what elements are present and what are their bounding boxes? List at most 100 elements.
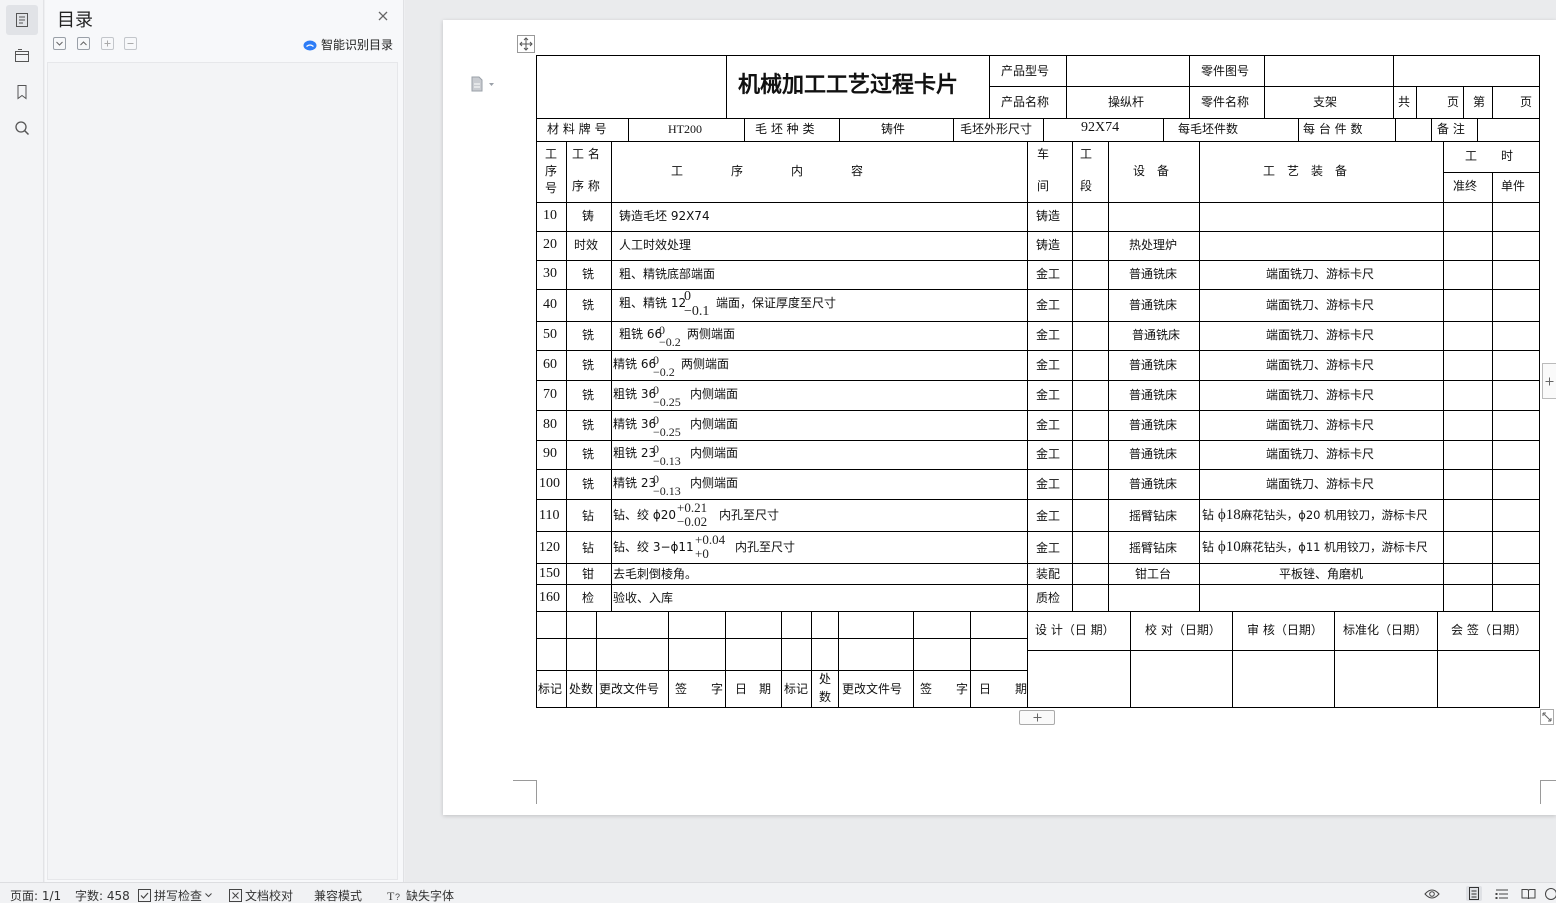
doc-proof-button[interactable]: 文档校对: [229, 887, 293, 903]
collapse-all-icon[interactable]: [53, 37, 66, 50]
spell-check-button[interactable]: 拼写检查: [138, 887, 212, 903]
op-workshop[interactable]: 金工: [1036, 328, 1060, 342]
op-equipment[interactable]: 摇臂钻床: [1129, 509, 1177, 523]
missing-font-button[interactable]: T? 缺失字体: [387, 887, 454, 903]
op-content[interactable]: 去毛刺倒棱角。: [613, 567, 697, 581]
op-no[interactable]: 60: [543, 358, 557, 372]
search-icon[interactable]: [6, 113, 38, 143]
op-no[interactable]: 20: [543, 238, 557, 252]
op-content[interactable]: 精铣 66: [613, 357, 656, 371]
op-content[interactable]: 粗铣 36: [613, 387, 656, 401]
op-name[interactable]: 铣: [582, 447, 594, 461]
toc-panel-icon[interactable]: [6, 5, 38, 35]
op-name[interactable]: 铣: [582, 328, 594, 342]
op-no[interactable]: 80: [543, 418, 557, 432]
op-workshop[interactable]: 装配: [1036, 567, 1060, 581]
op-no[interactable]: 110: [539, 509, 559, 523]
op-workshop[interactable]: 质检: [1036, 591, 1060, 605]
blank-size-value[interactable]: 92X74: [1081, 121, 1119, 135]
op-name[interactable]: 铣: [582, 358, 594, 372]
op-equipment[interactable]: 普通铣床: [1129, 267, 1177, 281]
op-no[interactable]: 70: [543, 388, 557, 402]
op-no[interactable]: 10: [543, 209, 557, 223]
op-content[interactable]: 铸造毛坯 92X74: [619, 209, 710, 223]
table-resize-handle-icon[interactable]: [1540, 709, 1554, 725]
op-workshop[interactable]: 金工: [1036, 509, 1060, 523]
op-no[interactable]: 30: [543, 267, 557, 281]
add-heading-icon[interactable]: [101, 37, 114, 50]
close-icon[interactable]: [375, 8, 391, 24]
op-no[interactable]: 40: [543, 298, 557, 312]
op-tooling[interactable]: 端面铣刀、游标卡尺: [1266, 358, 1374, 372]
web-view-icon[interactable]: [1544, 886, 1556, 901]
op-content[interactable]: 粗、精铣底部端面: [619, 267, 715, 281]
op-no[interactable]: 100: [539, 477, 560, 491]
op-name[interactable]: 钳: [582, 567, 594, 581]
op-no[interactable]: 150: [539, 567, 560, 581]
op-workshop[interactable]: 金工: [1036, 418, 1060, 432]
op-name[interactable]: 铣: [582, 477, 594, 491]
op-equipment[interactable]: 普通铣床: [1132, 328, 1180, 342]
compat-mode[interactable]: 兼容模式: [314, 887, 362, 903]
blank-type-value[interactable]: 铸件: [881, 122, 905, 136]
page-view-icon[interactable]: [1466, 886, 1482, 901]
op-name[interactable]: 铣: [582, 267, 594, 281]
op-equipment[interactable]: 普通铣床: [1129, 418, 1177, 432]
op-content[interactable]: 精铣 23: [613, 476, 656, 490]
op-workshop[interactable]: 铸造: [1036, 209, 1060, 223]
op-name[interactable]: 时效: [574, 238, 598, 252]
op-tooling[interactable]: 端面铣刀、游标卡尺: [1266, 477, 1374, 491]
op-name[interactable]: 铣: [582, 418, 594, 432]
remove-heading-icon[interactable]: [124, 37, 137, 50]
op-equipment[interactable]: 普通铣床: [1129, 477, 1177, 491]
op-content[interactable]: 钻、绞 ϕ20: [613, 508, 676, 522]
op-no[interactable]: 160: [539, 591, 560, 605]
op-content[interactable]: 粗铣 66: [619, 327, 662, 341]
add-column-button[interactable]: [1542, 363, 1556, 399]
op-workshop[interactable]: 金工: [1036, 477, 1060, 491]
op-workshop[interactable]: 金工: [1036, 358, 1060, 372]
bookmark-icon[interactable]: [6, 77, 38, 107]
smart-toc-button[interactable]: 智能识别目录: [303, 36, 393, 53]
op-content[interactable]: 钻、绞 3−ϕ11: [613, 540, 694, 554]
op-tooling[interactable]: 端面铣刀、游标卡尺: [1266, 267, 1374, 281]
op-tooling[interactable]: 端面铣刀、游标卡尺: [1266, 388, 1374, 402]
op-name[interactable]: 铸: [582, 209, 594, 223]
op-no[interactable]: 50: [543, 328, 557, 342]
op-content[interactable]: 粗、精铣 12: [619, 296, 686, 310]
op-workshop[interactable]: 金工: [1036, 541, 1060, 555]
expand-up-icon[interactable]: [77, 37, 90, 50]
op-tooling[interactable]: 端面铣刀、游标卡尺: [1266, 298, 1374, 312]
op-equipment[interactable]: 普通铣床: [1129, 298, 1177, 312]
op-tooling[interactable]: 端面铣刀、游标卡尺: [1266, 418, 1374, 432]
op-content[interactable]: 验收、入库: [613, 591, 673, 605]
word-count[interactable]: 字数: 458: [75, 887, 130, 903]
part-name-value[interactable]: 支架: [1313, 95, 1337, 109]
op-no[interactable]: 120: [539, 541, 560, 555]
op-workshop[interactable]: 金工: [1036, 298, 1060, 312]
op-name[interactable]: 检: [582, 591, 594, 605]
op-equipment[interactable]: 普通铣床: [1129, 388, 1177, 402]
op-name[interactable]: 铣: [582, 388, 594, 402]
op-content[interactable]: 粗铣 23: [613, 446, 656, 460]
op-name[interactable]: 钻: [582, 509, 594, 523]
op-equipment[interactable]: 普通铣床: [1129, 358, 1177, 372]
op-content[interactable]: 人工时效处理: [619, 238, 691, 252]
reading-view-icon[interactable]: [1520, 886, 1536, 901]
op-tooling[interactable]: 钻 ϕ10麻花钻头，ϕ11 机用铰刀，游标卡尺: [1202, 540, 1428, 555]
op-no[interactable]: 90: [543, 447, 557, 461]
op-tooling[interactable]: 平板锉、角磨机: [1279, 567, 1363, 581]
op-equipment[interactable]: 摇臂钻床: [1129, 541, 1177, 555]
op-workshop[interactable]: 金工: [1036, 388, 1060, 402]
op-tooling[interactable]: 端面铣刀、游标卡尺: [1266, 447, 1374, 461]
document-page[interactable]: 机械加工工艺过程卡片 产品型号 零件图号 产品名称 操纵杆 零件名称 支架 共 …: [443, 20, 1556, 815]
page-indicator[interactable]: 页面: 1/1: [10, 887, 61, 903]
op-workshop[interactable]: 金工: [1036, 267, 1060, 281]
op-name[interactable]: 钻: [582, 541, 594, 555]
eye-protect-icon[interactable]: [1424, 886, 1440, 901]
outline-view-icon[interactable]: [1494, 886, 1510, 901]
op-equipment[interactable]: 钳工台: [1135, 567, 1171, 581]
op-content[interactable]: 精铣 36: [613, 417, 656, 431]
op-workshop[interactable]: 金工: [1036, 447, 1060, 461]
op-name[interactable]: 铣: [582, 298, 594, 312]
